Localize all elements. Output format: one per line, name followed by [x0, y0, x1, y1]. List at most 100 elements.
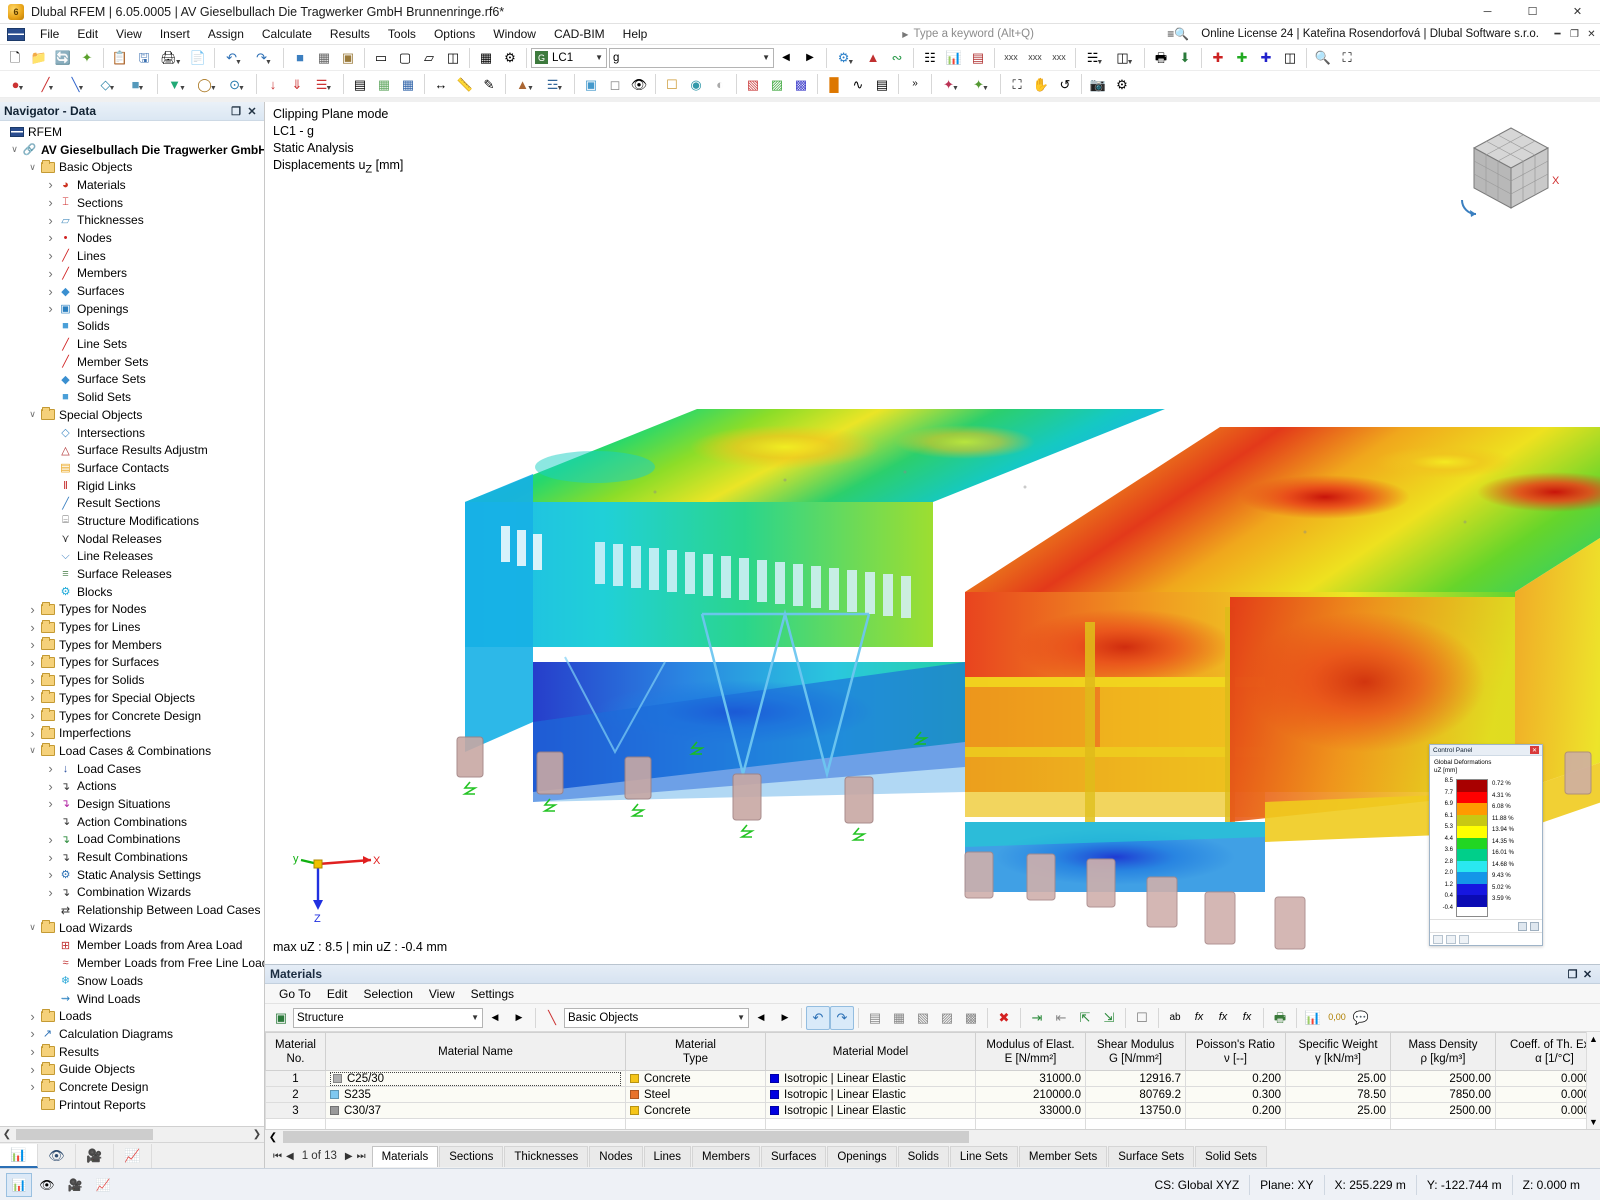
menu-edit[interactable]: Edit	[68, 25, 107, 43]
tree-item-combination-wizards[interactable]: ↴Combination Wizards	[0, 884, 264, 902]
tree-item-lines[interactable]: ╱Lines	[0, 247, 264, 265]
cell-material-no[interactable]: 3	[266, 1103, 326, 1119]
col-specific-weight[interactable]: Specific Weightγ [kN/m³]	[1286, 1033, 1391, 1071]
cp-tab-display-icon[interactable]	[1446, 935, 1456, 944]
status-data-view-icon[interactable]: 📊	[6, 1173, 32, 1197]
tree-item-nodes[interactable]: •Nodes	[0, 229, 264, 247]
pager-last-icon[interactable]: ⏭	[357, 1151, 366, 1162]
control-panel-close-icon[interactable]: ✕	[1530, 746, 1539, 754]
chevron-down-icon[interactable]: ▼	[758, 53, 770, 62]
copy-icon[interactable]: 📋	[108, 46, 132, 70]
cell-mass-density[interactable]: 7850.00	[1391, 1087, 1496, 1103]
render-solid-icon[interactable]: ▣	[336, 46, 360, 70]
menu-window[interactable]: Window	[484, 25, 545, 43]
cell-material-type[interactable]: Steel	[626, 1087, 766, 1103]
tree-item-surface-results-adjustm[interactable]: △Surface Results Adjustm	[0, 441, 264, 459]
scale-icon[interactable]: ◫	[441, 46, 465, 70]
doc-minimize-button[interactable]: ━	[1549, 29, 1566, 40]
new-member-icon[interactable]: ╲▼	[63, 72, 93, 96]
tree-item-intersections[interactable]: ◇Intersections	[0, 424, 264, 442]
tree-twisty-closed[interactable]	[44, 195, 57, 210]
table-view3-icon[interactable]: ▧	[911, 1006, 935, 1030]
surface-view-icon[interactable]: ▢	[393, 46, 417, 70]
rotate-icon[interactable]: ↺	[1053, 72, 1077, 96]
load-surface-icon[interactable]: ☰▼	[309, 72, 339, 96]
loadcase-combo[interactable]: G LC1 ▼	[531, 48, 607, 68]
export-table-icon[interactable]: 📊	[1301, 1006, 1325, 1030]
status-display-icon[interactable]: 👁	[34, 1173, 60, 1197]
render-shaded-icon[interactable]: ■	[288, 46, 312, 70]
blank-cell-icon[interactable]: ☐	[1130, 1006, 1154, 1030]
tree-twisty-closed[interactable]	[44, 177, 57, 192]
settings2-icon[interactable]: ⚙	[1110, 72, 1134, 96]
structure-next-icon[interactable]: ▶	[507, 1006, 531, 1030]
table-undo-icon[interactable]: ↶	[806, 1006, 830, 1030]
chevron-down-icon[interactable]: ▼	[467, 1013, 479, 1022]
iso-results-icon[interactable]: ▤	[966, 46, 990, 70]
tree-twisty-closed[interactable]	[26, 1044, 39, 1059]
print-icon[interactable]: 🖨▼	[156, 46, 186, 70]
tree-item-rfem[interactable]: RFEM	[0, 123, 264, 141]
col-coeff-th-exp[interactable]: Coeff. of Th. Exp.α [1/°C]	[1496, 1033, 1600, 1071]
tree-twisty-open[interactable]	[26, 745, 39, 756]
tree-item-special-objects[interactable]: Special Objects	[0, 406, 264, 424]
clip-plane2-icon[interactable]: ◻	[603, 72, 627, 96]
comment-icon[interactable]: 💬	[1349, 1006, 1373, 1030]
materials-menu-settings[interactable]: Settings	[463, 985, 522, 1003]
calculate-icon[interactable]: ⚙▼	[831, 46, 861, 70]
tree-item-loads[interactable]: Loads	[0, 1007, 264, 1025]
legend-export-icon[interactable]	[1530, 922, 1539, 931]
cell-modulus-elast[interactable]: 210000.0	[976, 1087, 1086, 1103]
delete-col-icon[interactable]: ⇤	[1049, 1006, 1073, 1030]
grid-icon[interactable]: ▦	[474, 46, 498, 70]
view-y-icon[interactable]: ✚	[1230, 46, 1254, 70]
scroll-down-icon[interactable]: ▼	[1587, 1115, 1600, 1129]
tree-twisty-closed[interactable]	[44, 301, 57, 316]
zoom-all-icon[interactable]: ⛶	[1335, 46, 1359, 70]
pager-prev-icon[interactable]: ◀	[286, 1151, 294, 1162]
tree-item-types-for-solids[interactable]: Types for Solids	[0, 671, 264, 689]
col-poissons-ratio[interactable]: Poisson's Ratioν [--]	[1186, 1033, 1286, 1071]
minimize-button[interactable]: ─	[1465, 0, 1510, 24]
redo-icon[interactable]: ↷▼	[249, 46, 279, 70]
xxx3-icon[interactable]: xxx	[1047, 46, 1071, 70]
nav-tab-display[interactable]: 👁	[38, 1144, 76, 1168]
tree-item-imperfections[interactable]: Imperfections	[0, 724, 264, 742]
new-icon[interactable]: 🗋	[3, 46, 27, 70]
navigator-tree[interactable]: RFEM 🔗 AV Gieselbullach Die Tragwerker G…	[0, 121, 264, 1126]
save-icon[interactable]: 🖫	[132, 46, 156, 70]
decimals-icon[interactable]: 0,00	[1325, 1006, 1349, 1030]
table-row[interactable]: 1C25/30ConcreteIsotropic | Linear Elasti…	[266, 1071, 1600, 1087]
menu-help[interactable]: Help	[614, 25, 657, 43]
materials-panel-float-button[interactable]: ❐	[1565, 968, 1580, 981]
tree-item-actions[interactable]: ↴Actions	[0, 777, 264, 795]
tree-twisty-closed[interactable]	[44, 230, 57, 245]
analysis-type-icon[interactable]: ✦▼	[936, 72, 966, 96]
cell-material-no[interactable]: 2	[266, 1087, 326, 1103]
menu-insert[interactable]: Insert	[151, 25, 199, 43]
cell-specific-weight[interactable]: 25.00	[1286, 1103, 1391, 1119]
tree-twisty-closed[interactable]	[44, 213, 57, 228]
align-icon[interactable]: ▤	[348, 72, 372, 96]
tree-item-load-cases-combinations[interactable]: Load Cases & Combinations	[0, 742, 264, 760]
cell-coeff-th-exp[interactable]: 0.000010	[1496, 1071, 1600, 1087]
results-table-icon[interactable]: ☷	[918, 46, 942, 70]
tree-twisty-closed[interactable]	[26, 690, 39, 705]
cell-material-type[interactable]: Concrete	[626, 1103, 766, 1119]
nav-tab-results[interactable]: 📈	[114, 1144, 152, 1168]
scroll-up-icon[interactable]: ▲	[1587, 1032, 1600, 1046]
clip-plane-icon[interactable]: ▱	[417, 46, 441, 70]
results-on-icon[interactable]: ▲	[861, 46, 885, 70]
prev-loadcase-icon[interactable]: ◀	[774, 46, 798, 70]
objects-prev-icon[interactable]: ◀	[749, 1006, 773, 1030]
tree-twisty-closed[interactable]	[44, 779, 57, 794]
control-panel[interactable]: Control Panel ✕ Global Deformations uZ […	[1429, 744, 1543, 946]
basic-objects-combo[interactable]: Basic Objects ▼	[564, 1008, 749, 1028]
tab-surfaces[interactable]: Surfaces	[761, 1146, 826, 1167]
tree-item-static-analysis-settings[interactable]: ⚙Static Analysis Settings	[0, 866, 264, 884]
cell-poissons-ratio[interactable]: 0.300	[1186, 1087, 1286, 1103]
tree-item-solids[interactable]: ■Solids	[0, 318, 264, 336]
menu-file[interactable]: File	[31, 25, 68, 43]
xxx1-icon[interactable]: xxx	[999, 46, 1023, 70]
navigator-hscrollbar[interactable]: ❮ ❯	[0, 1126, 264, 1142]
